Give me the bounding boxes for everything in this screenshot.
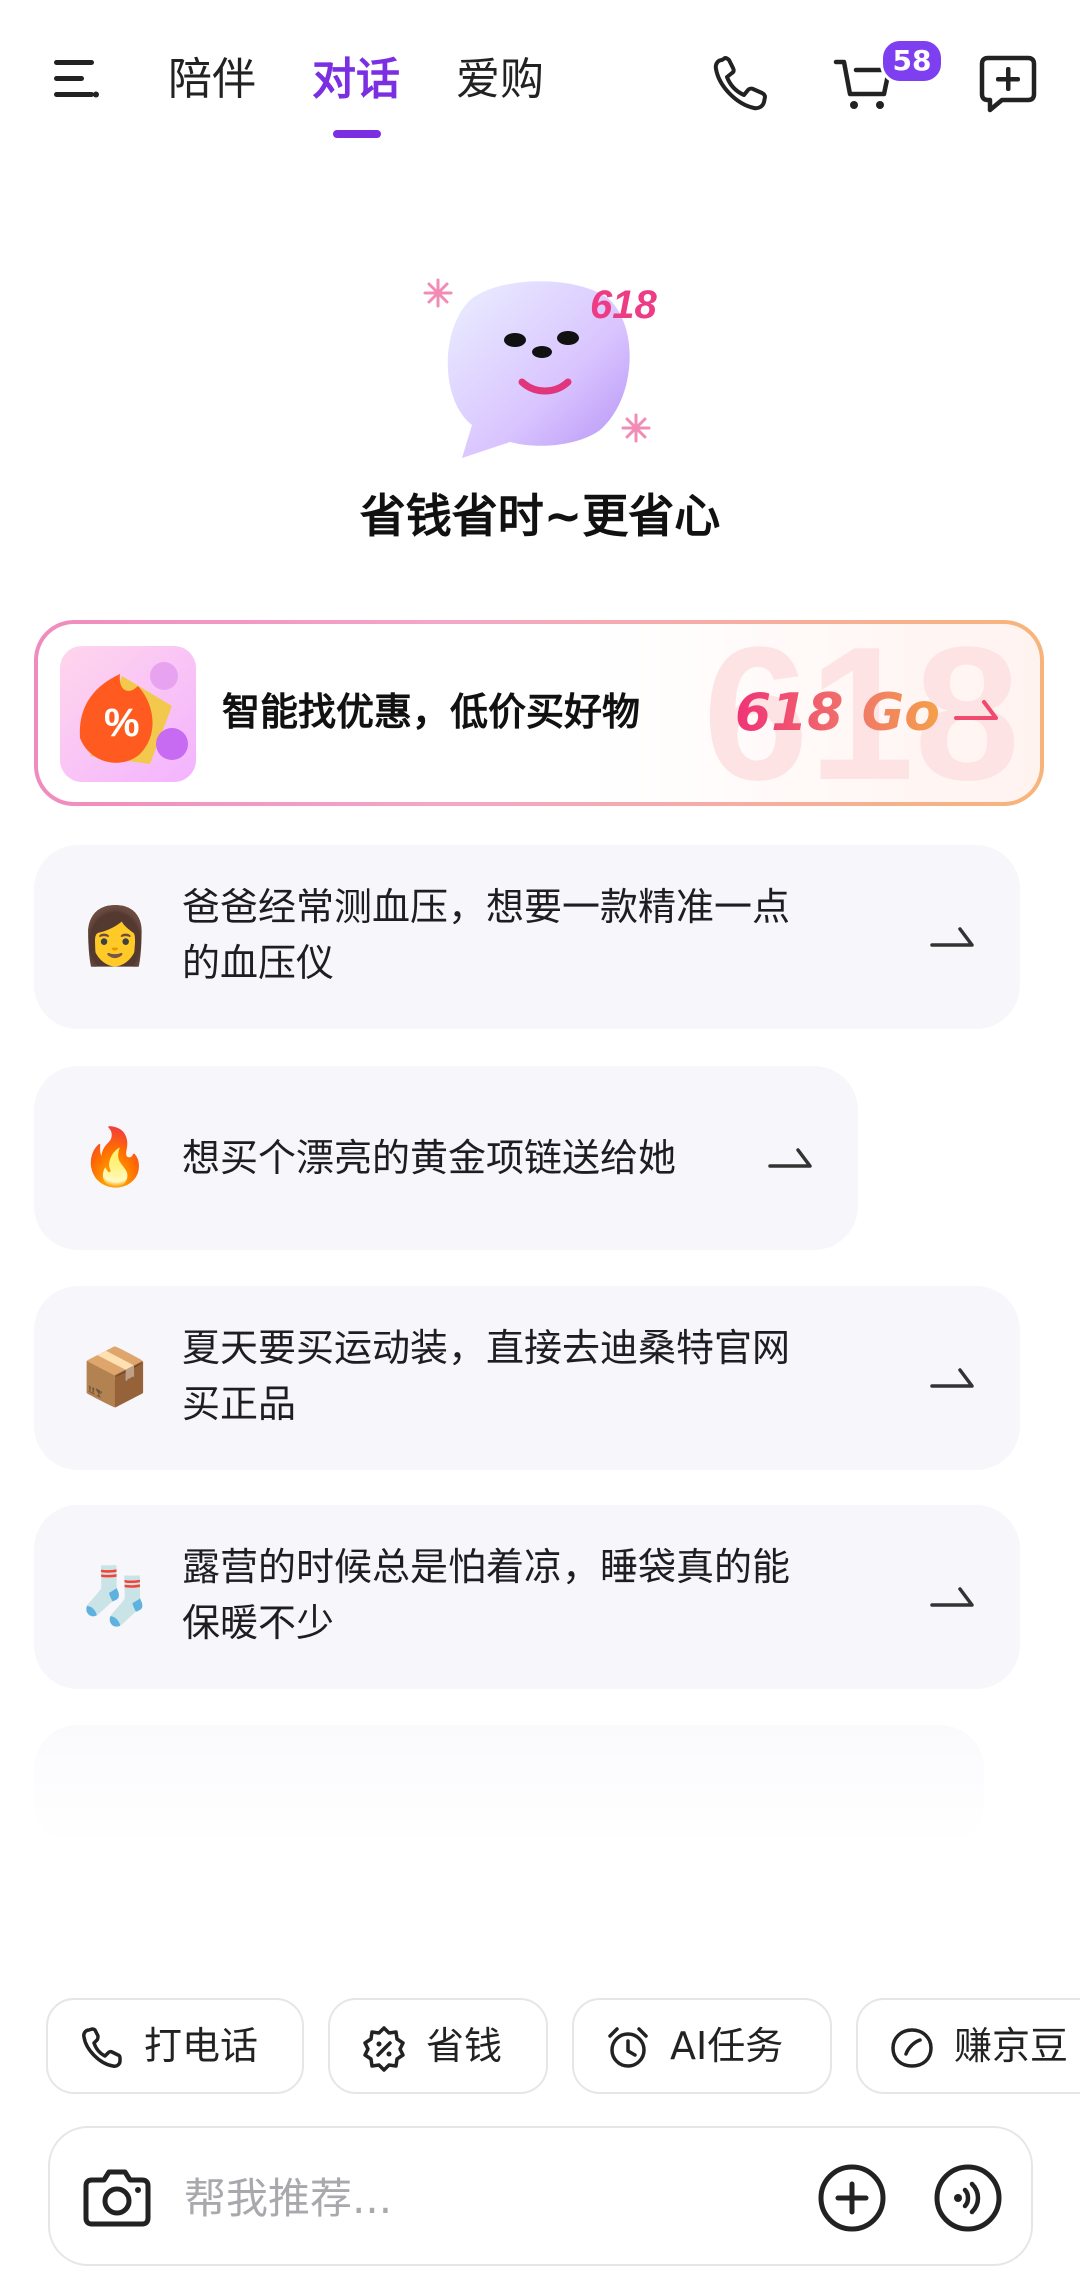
- woman-emoji-icon: 👩: [80, 904, 150, 969]
- quick-action-label: AI任务: [670, 2024, 784, 2068]
- mascot-618-badge: 618: [590, 283, 657, 327]
- quick-action-label: 打电话: [144, 2024, 259, 2068]
- suggestion-card[interactable]: 🔥 想买个漂亮的黄金项链送给她: [34, 1066, 858, 1250]
- arrow-right-icon: [930, 1587, 974, 1607]
- promo-card-body: 618 % 智能找优惠，低价买好物 618 Go: [38, 624, 1040, 802]
- suggestion-card[interactable]: 👩 爸爸经常测血压，想要一款精准一点 的血压仪: [34, 845, 1020, 1029]
- quick-action-label: 省钱: [426, 2024, 503, 2068]
- coupon-icon: [363, 2026, 405, 2072]
- package-emoji-icon: 📦: [80, 1345, 150, 1410]
- menu-icon[interactable]: [52, 54, 102, 104]
- chat-input-bar: [48, 2126, 1033, 2266]
- quick-action-label: 赚京豆: [954, 2024, 1069, 2068]
- add-icon[interactable]: [816, 2162, 888, 2234]
- quick-action-save-money[interactable]: 省钱: [328, 1998, 548, 2094]
- active-tab-indicator: [333, 130, 381, 138]
- tab-companion[interactable]: 陪伴: [168, 50, 256, 110]
- chat-input[interactable]: [182, 2164, 826, 2232]
- tab-chat[interactable]: 对话: [312, 50, 400, 110]
- tab-shopping[interactable]: 爱购: [456, 50, 544, 110]
- suggestion-text-line: 爸爸经常测血压，想要一款精准一点: [182, 885, 791, 929]
- arrow-right-icon: [930, 1368, 974, 1388]
- arrow-right-icon: [768, 1148, 812, 1168]
- suggestion-card[interactable]: 🧦 露营的时候总是怕着凉，睡袋真的能 保暖不少: [34, 1505, 1020, 1689]
- page-slogan: 省钱省时~更省心: [359, 489, 721, 543]
- phone-icon[interactable]: [708, 52, 772, 116]
- quick-action-earn-beans[interactable]: 赚京豆: [856, 1998, 1080, 2094]
- fire-emoji-icon: 🔥: [80, 1125, 150, 1190]
- discount-icon: %: [60, 646, 196, 782]
- quick-action-call[interactable]: 打电话: [46, 1998, 304, 2094]
- chat-home-screen: 陪伴 对话 爱购 58 618 省钱省时~更省心 % 智能找优惠，低价买好物 6…: [0, 0, 1080, 2291]
- socks-emoji-icon: 🧦: [80, 1564, 150, 1629]
- mascot-logo: 618: [423, 278, 657, 458]
- alarm-icon: [608, 2027, 648, 2068]
- suggestion-text-line: 保暖不少: [182, 1601, 335, 1645]
- cart-count-badge: 58: [880, 38, 944, 84]
- camera-icon[interactable]: [82, 2164, 152, 2230]
- percent-symbol: %: [104, 701, 140, 745]
- promo-text: 智能找优惠，低价买好物: [222, 690, 641, 734]
- promo-card-618[interactable]: 618 % 智能找优惠，低价买好物 618 Go: [34, 620, 1044, 806]
- top-bar: 陪伴 对话 爱购 58: [0, 0, 1080, 160]
- arrow-right-icon: [954, 700, 998, 720]
- suggestion-text-line: 想买个漂亮的黄金项链送给她: [182, 1136, 677, 1180]
- suggestion-text-line: 夏天要买运动装，直接去迪桑特官网: [182, 1326, 791, 1370]
- suggestion-text-line: 买正品: [182, 1382, 297, 1426]
- promo-618-go-tag: 618 Go: [735, 678, 940, 748]
- faded-suggestion-card: [34, 1725, 984, 1845]
- arrow-right-icon: [930, 927, 974, 947]
- new-chat-icon[interactable]: [976, 52, 1040, 116]
- phone-icon: [82, 2027, 122, 2068]
- suggestion-text-line: 露营的时候总是怕着凉，睡袋真的能: [182, 1545, 791, 1589]
- quick-action-ai-task[interactable]: AI任务: [572, 1998, 832, 2094]
- voice-icon[interactable]: [932, 2162, 1004, 2234]
- suggestion-text-line: 的血压仪: [182, 941, 335, 985]
- suggestion-card[interactable]: 📦 夏天要买运动装，直接去迪桑特官网 买正品: [34, 1286, 1020, 1470]
- bean-icon: [891, 2028, 933, 2068]
